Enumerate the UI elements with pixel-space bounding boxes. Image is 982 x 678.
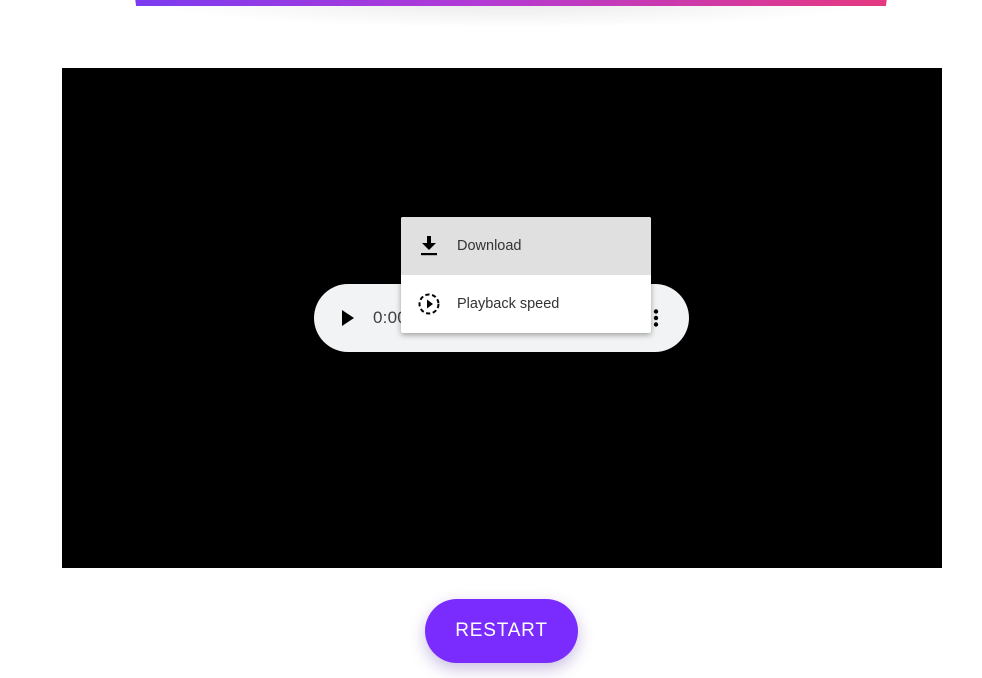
- menu-item-download[interactable]: Download: [401, 217, 651, 275]
- menu-item-label: Download: [457, 238, 522, 254]
- playback-speed-icon: [417, 292, 441, 316]
- menu-item-playback-speed[interactable]: Playback speed: [401, 275, 651, 333]
- restart-button[interactable]: RESTART: [425, 599, 578, 663]
- banner-shadow: [150, 4, 872, 28]
- overflow-menu: Download Playback speed: [401, 217, 651, 333]
- play-icon: [342, 310, 354, 326]
- more-vert-icon: [653, 309, 659, 327]
- page: 0:00 Download Playback speed RESTART: [0, 0, 982, 678]
- download-icon: [417, 234, 441, 258]
- video-area[interactable]: 0:00 Download Playback speed: [62, 68, 942, 568]
- play-button[interactable]: [336, 306, 360, 330]
- menu-item-label: Playback speed: [457, 296, 560, 312]
- gradient-banner: [130, 0, 892, 6]
